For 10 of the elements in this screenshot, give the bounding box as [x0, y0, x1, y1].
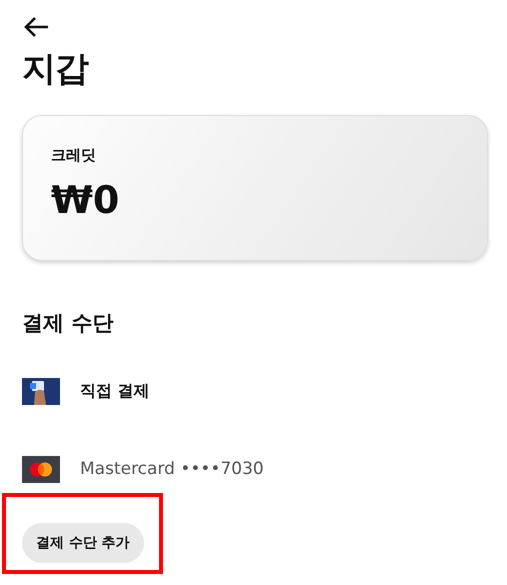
payment-method-label[interactable]: 직접 결제 — [80, 380, 150, 402]
add-payment-button[interactable]: 결제 수단 추가 — [22, 523, 144, 563]
section-title: 결제 수단 — [22, 310, 114, 337]
payment-method-label[interactable]: Mastercard ••••7030 — [80, 459, 264, 479]
mastercard-icon — [22, 456, 60, 482]
hand-card-icon — [22, 378, 60, 404]
page-title: 지갑 — [22, 48, 90, 91]
credit-amount: ₩0 — [51, 177, 120, 223]
back-arrow-icon[interactable] — [22, 15, 50, 39]
credit-label: 크레딧 — [51, 146, 97, 165]
